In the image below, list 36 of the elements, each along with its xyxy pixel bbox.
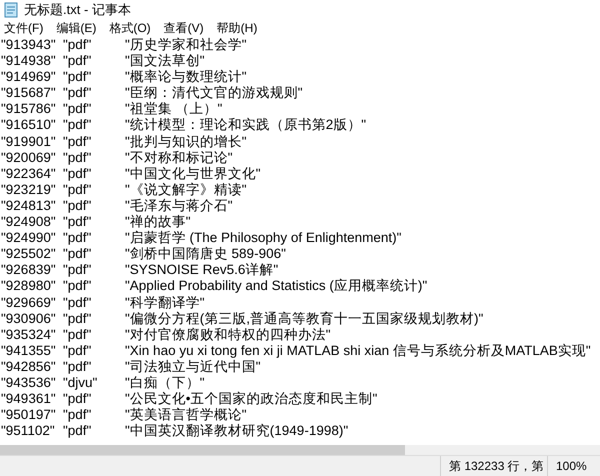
cursor-position: 第 132233 行，第 bbox=[440, 456, 547, 476]
horizontal-scrollbar[interactable] bbox=[0, 445, 600, 455]
text-line: "943536" "djvu" "白痴（下）" bbox=[0, 374, 206, 392]
menu-item[interactable]: 查看(V) bbox=[164, 20, 204, 36]
text-line: "942856" "pdf" "司法独立与近代中国" bbox=[0, 358, 262, 375]
text-line: "949361" "pdf" "公民文化•五个国家的政治态度和民主制" bbox=[0, 391, 378, 408]
menu-item[interactable]: 文件(F) bbox=[4, 20, 44, 36]
scrollbar-thumb[interactable] bbox=[0, 445, 405, 455]
menu-item[interactable]: 帮助(H) bbox=[216, 20, 258, 36]
text-line: "929669" "pdf" "科学翻译学" bbox=[0, 294, 206, 311]
text-line: "920069" "pdf" "不对称和标记论" bbox=[0, 150, 234, 166]
text-line: "919901" "pdf" "批判与知识的增长" bbox=[0, 134, 248, 150]
text-line: "925502" "pdf" "剑桥中国隋唐史 589-906" bbox=[0, 246, 287, 262]
text-line: "915687" "pdf" "臣纲：清代文官的游戏规则" bbox=[0, 85, 304, 102]
text-line: "930906" "pdf" "偏微分方程(第三版,普通高等教育十一五国家级规划教材)" bbox=[0, 310, 484, 327]
text-line: "916510" "pdf" "统计模型：理论和实践（原书第2版）" bbox=[0, 117, 368, 134]
menu-item[interactable]: 编辑(E) bbox=[56, 20, 96, 36]
text-line: "950197" "pdf" "英美语言哲学概论" bbox=[0, 407, 248, 424]
text-line: "914938" "pdf" "国文法草创" bbox=[0, 53, 206, 70]
text-line: "924908" "pdf" "禅的故事" bbox=[0, 214, 192, 230]
text-line: "914969" "pdf" "概率论与数理统计" bbox=[0, 69, 248, 86]
zoom-level: 100% bbox=[547, 456, 600, 476]
text-line: "935324" "pdf" "对付官僚腐败和特权的四种办法" bbox=[0, 326, 332, 343]
text-line: "941355" "pdf" "Xin hao yu xi tong fen xi ji MATLAB shi xian 信号与系统分析及MATLAB实现" bbox=[0, 342, 592, 359]
notepad-icon bbox=[4, 2, 18, 18]
text-line: "915786" "pdf" "祖堂集 （上）" bbox=[0, 101, 224, 118]
text-line: "928980" "pdf" "Applied Probability and Statistics (应用概率统计)" bbox=[0, 278, 428, 294]
menu-item[interactable]: 格式(O) bbox=[109, 20, 151, 36]
window-title: 无标题.txt - 记事本 bbox=[24, 0, 131, 18]
text-line: "926839" "pdf" "SYSNOISE Rev5.6详解" bbox=[0, 262, 280, 278]
text-line: "924990" "pdf" "启蒙哲学 (The Philosophy of Enlightenment)" bbox=[0, 230, 402, 246]
text-line: "923219" "pdf" "《说文解字》精读" bbox=[0, 182, 248, 198]
text-line: "922364" "pdf" "中国文化与世界文化" bbox=[0, 166, 262, 182]
text-line: "913943" "pdf" "历史学家和社会学" bbox=[0, 37, 248, 54]
text-line: "924813" "pdf" "毛泽东与蒋介石" bbox=[0, 198, 234, 214]
text-line: "951102" "pdf" "中国英汉翻译教材研究(1949-1998)" bbox=[0, 423, 350, 440]
